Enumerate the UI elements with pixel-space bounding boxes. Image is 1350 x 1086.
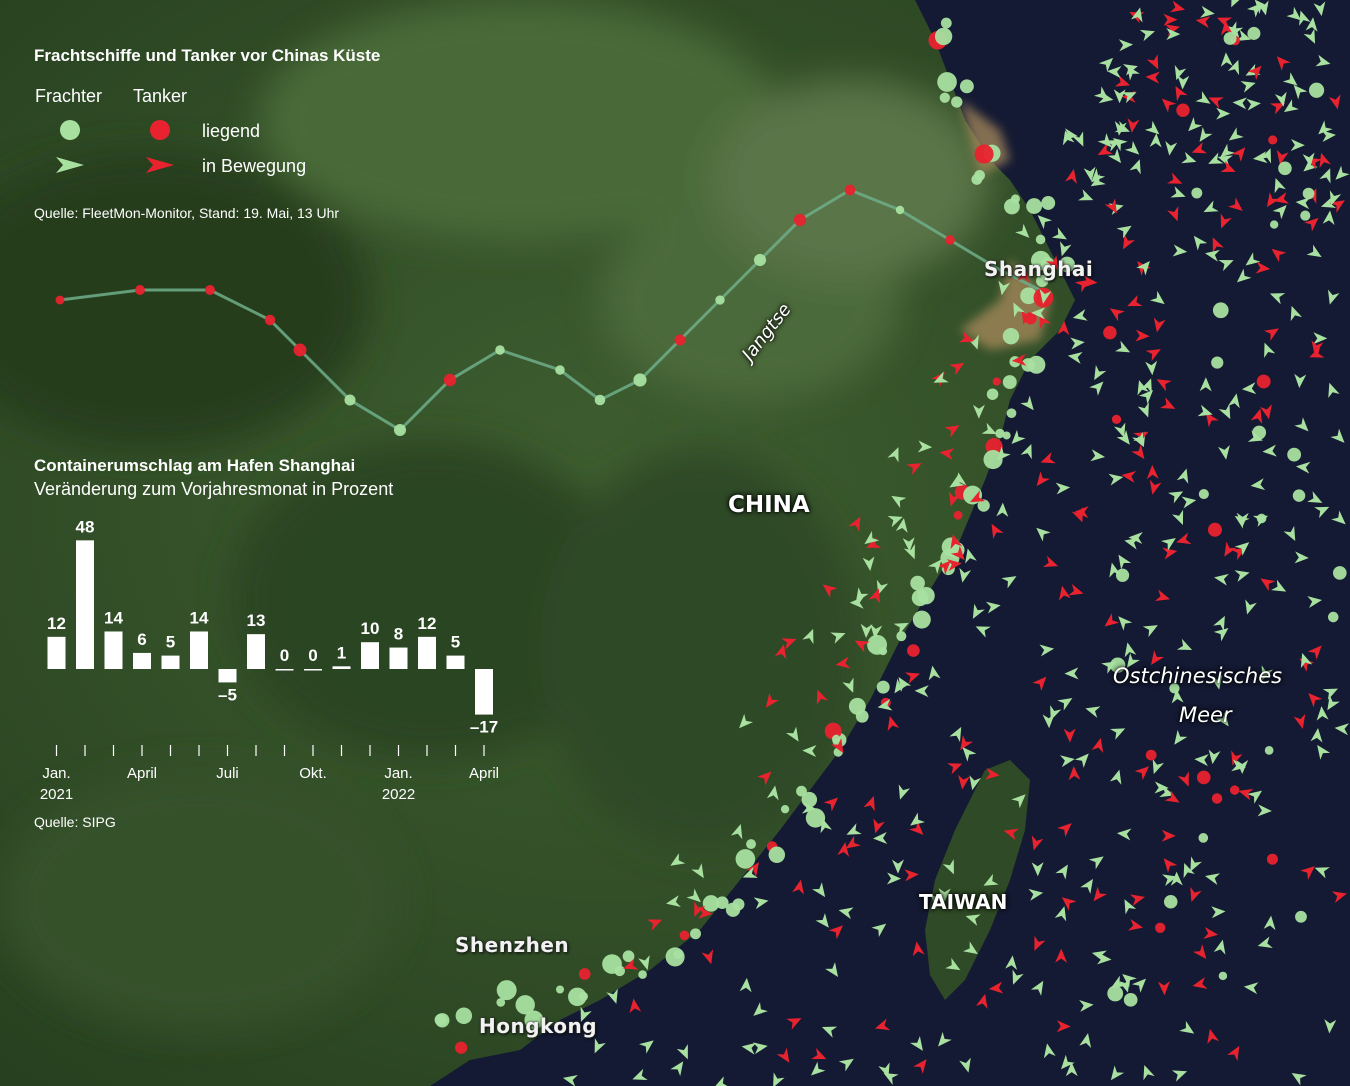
chart-source: Quelle: SIPG [34,814,116,830]
chart-bar [361,642,379,669]
chart-data-label: 14 [190,608,209,627]
chart-tick-label: April [469,765,499,782]
label-ostchinesisches: Ostchinesisches [1113,664,1283,688]
chart-tick-label: Jan. [42,765,70,782]
chart-data-label: 12 [47,614,66,633]
bar-chart: 12 48 14 6 5 14 –5 13 0 0 1 10 8 12 5 –17 Jan. 2021 April… [40,517,499,803]
chart-tick-label: Jan. [384,765,412,782]
chart-data-label: 48 [76,517,95,536]
chart-bar [332,666,351,669]
label-shenzhen: Shenzhen [455,933,570,957]
chart-data-label: 13 [247,611,266,630]
chart-bar [133,652,151,669]
chart-bar [304,669,322,671]
chart-tick-label: Okt. [299,765,327,782]
chart-data-label: 12 [418,614,437,633]
chart-data-label: 10 [361,619,380,638]
chart-data-label: –5 [218,685,237,704]
chart-bar [247,634,265,669]
chart-bar [389,647,408,669]
chart-bar [161,655,180,669]
chart-bar [475,669,493,715]
chart-bar [47,636,66,669]
label-china: CHINA [728,492,810,518]
chart-data-label: –17 [470,718,498,737]
chart-bar [76,540,94,669]
label-taiwan: TAIWAN [919,890,1008,914]
chart-data-label: 5 [451,633,460,652]
chart-bar [104,631,123,669]
chart-data-label: 1 [337,643,346,662]
chart-tick-label: 2022 [382,786,415,803]
map-infographic: Frachtschiffe und Tanker vor Chinas Küst… [0,0,1350,1086]
chart-data-label: 6 [137,630,146,649]
chart-bar [218,669,237,683]
chart-tick-label: April [127,765,157,782]
chart-data-label: 8 [394,625,403,644]
chart-bar [190,631,208,669]
chart-bar [275,669,294,671]
chart-tick-label: Juli [216,765,239,782]
chart-bar [446,655,465,669]
chart-data-label: 0 [308,646,317,665]
chart-bar [418,636,436,669]
chart-data-label: 5 [166,633,175,652]
chart-data-label: 0 [280,646,289,665]
label-meer: Meer [1179,703,1232,727]
label-shanghai: Shanghai [984,257,1094,281]
chart-data-label: 14 [104,608,123,627]
label-hongkong: Hongkong [479,1014,598,1038]
chart-tick-label: 2021 [40,786,73,803]
